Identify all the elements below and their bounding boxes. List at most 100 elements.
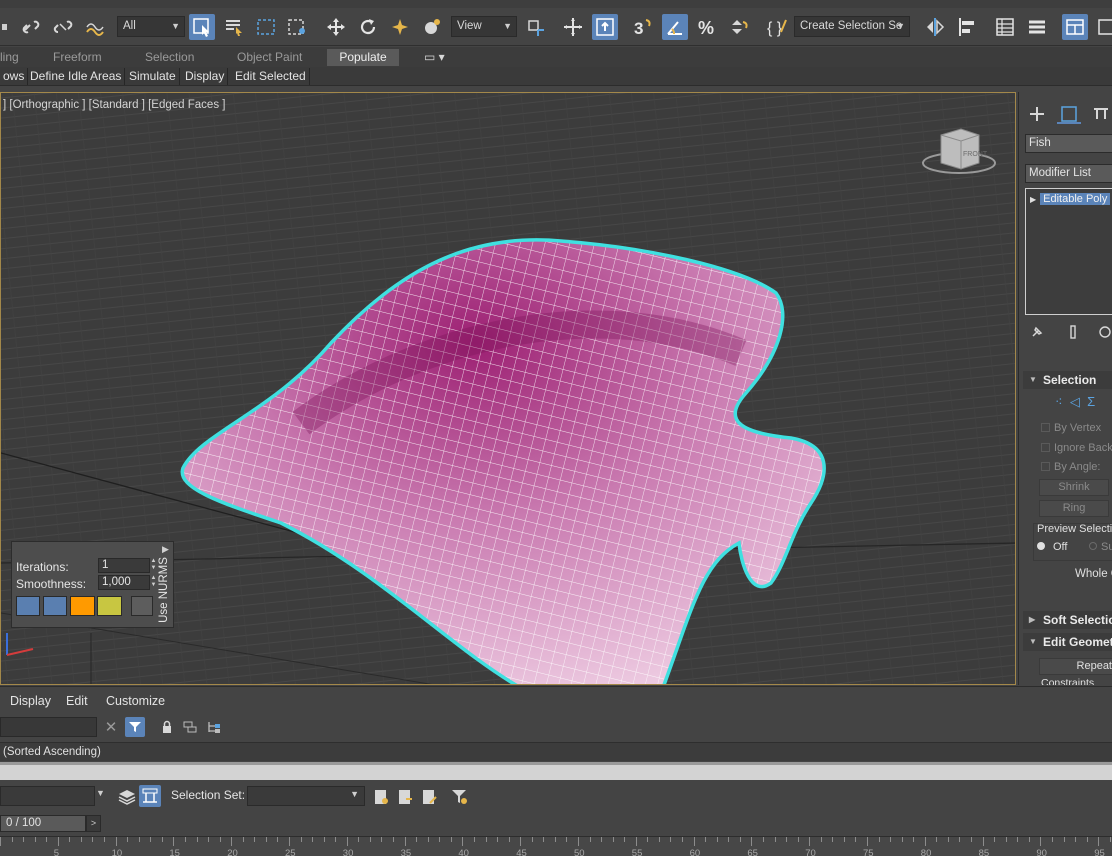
bind-space-warp-icon[interactable] bbox=[82, 14, 108, 40]
tab-object-paint[interactable]: Object Paint bbox=[237, 49, 302, 66]
edit-selection-set-icon[interactable] bbox=[420, 788, 438, 806]
shrink-button[interactable]: Shrink bbox=[1039, 479, 1109, 496]
filter-icon[interactable] bbox=[125, 717, 145, 737]
explorer-selector-dropdown[interactable] bbox=[0, 786, 95, 806]
checkbox-icon[interactable] bbox=[1041, 462, 1050, 471]
placement-icon[interactable] bbox=[419, 14, 445, 40]
clear-search-icon[interactable]: ✕ bbox=[101, 717, 121, 737]
perspective-viewport[interactable]: FRONT ] [Orthographic ] [Standard ] [Edg… bbox=[0, 92, 1016, 685]
spinner-snap-icon[interactable] bbox=[726, 14, 752, 40]
track-bar[interactable]: 5 10 15 20 25 30 35 40 45 50 55 60 65 70 75 80 85 90 95 bbox=[0, 836, 1112, 856]
preview-off-radio[interactable]: Off bbox=[1037, 541, 1067, 553]
cancel-icon[interactable] bbox=[131, 596, 153, 616]
expand-arrow-icon[interactable]: ▶ bbox=[1030, 195, 1036, 204]
remove-selection-set-icon[interactable] bbox=[396, 788, 414, 806]
simulate-button[interactable]: Simulate bbox=[126, 68, 180, 85]
selection-set-dropdown[interactable]: ▼ bbox=[247, 786, 365, 806]
flows-button[interactable]: ows bbox=[0, 68, 29, 85]
object-name-field[interactable]: Fish bbox=[1025, 134, 1112, 153]
chevron-down-icon[interactable]: ▼ bbox=[96, 788, 105, 798]
display-button[interactable]: Display bbox=[182, 68, 229, 85]
edit-geometry-rollout[interactable]: ▼ Edit Geometry bbox=[1023, 633, 1112, 651]
menu-customize[interactable]: Customize bbox=[106, 694, 165, 708]
smoothness-spinner[interactable]: 1,000 ▲ ▼ bbox=[98, 575, 156, 590]
pivot-center-icon[interactable] bbox=[522, 14, 548, 40]
toggle-ribbon-icon[interactable] bbox=[1062, 14, 1088, 40]
next-frame-icon[interactable]: > bbox=[86, 815, 101, 832]
tab-selection[interactable]: Selection bbox=[145, 49, 194, 66]
stack-item[interactable]: ▶ Editable Poly bbox=[1030, 192, 1111, 207]
tab-populate[interactable]: Populate bbox=[327, 49, 399, 66]
iterations-spinner[interactable]: 1 ▲ ▼ bbox=[98, 558, 156, 573]
vertex-mode-icon[interactable]: ⁖ bbox=[1055, 394, 1063, 409]
ok-apply-icon[interactable] bbox=[16, 596, 40, 616]
scene-explorer-toggle-icon[interactable] bbox=[992, 14, 1018, 40]
create-tab-icon[interactable] bbox=[1025, 104, 1049, 124]
rotate-icon[interactable] bbox=[355, 14, 381, 40]
keyboard-shortcut-override-icon[interactable] bbox=[592, 14, 618, 40]
subobject-icons[interactable]: ⁖ ◁ Σ bbox=[1055, 394, 1095, 410]
color-swatch-yellow[interactable] bbox=[97, 596, 122, 616]
by-angle-checkbox[interactable]: By Angle: bbox=[1041, 461, 1100, 473]
sync-selection-icon[interactable] bbox=[180, 717, 200, 737]
caddy-expand-icon[interactable]: ▶ bbox=[162, 544, 169, 555]
select-whole-element-checkbox[interactable]: Whole C bbox=[1075, 568, 1112, 580]
tab-modeling[interactable]: ling bbox=[0, 49, 19, 66]
lock-icon[interactable] bbox=[157, 717, 177, 737]
checkbox-icon[interactable] bbox=[1041, 443, 1050, 452]
border-mode-icon[interactable]: Σ bbox=[1087, 394, 1095, 409]
hierarchy-view-icon[interactable] bbox=[204, 717, 224, 737]
layer-explorer-icon[interactable] bbox=[1024, 14, 1050, 40]
window-crossing-icon[interactable] bbox=[284, 14, 310, 40]
repeat-last-button[interactable]: Repeat bbox=[1039, 658, 1112, 675]
hierarchy-mode-icon[interactable] bbox=[139, 785, 161, 807]
mirror-icon[interactable] bbox=[922, 14, 948, 40]
rect-selection-region-icon[interactable] bbox=[253, 14, 279, 40]
edge-mode-icon[interactable]: ◁ bbox=[1070, 394, 1080, 409]
pin-stack-icon[interactable] bbox=[1029, 324, 1045, 340]
scale-icon[interactable] bbox=[387, 14, 413, 40]
angle-snap-icon[interactable] bbox=[662, 14, 688, 40]
define-idle-areas-button[interactable]: Define Idle Areas bbox=[27, 68, 126, 85]
snaps-toggle-icon[interactable]: 3 bbox=[630, 14, 656, 40]
selection-filter-dropdown[interactable]: All ▼ bbox=[117, 16, 185, 37]
modifier-list-dropdown[interactable]: Modifier List bbox=[1025, 164, 1112, 183]
edit-named-selection-icon[interactable]: { } bbox=[764, 14, 790, 40]
tab-freeform[interactable]: Freeform bbox=[53, 49, 102, 66]
make-unique-icon[interactable] bbox=[1097, 324, 1112, 340]
selection-rollout[interactable]: ▼ Selection bbox=[1023, 371, 1112, 389]
apply-continue-icon[interactable] bbox=[43, 596, 67, 616]
ring-button[interactable]: Ring bbox=[1039, 500, 1109, 517]
select-by-name-icon[interactable] bbox=[221, 14, 247, 40]
layers-icon[interactable] bbox=[117, 787, 137, 807]
time-slider[interactable]: 0 / 100 bbox=[0, 815, 86, 832]
select-object-icon[interactable] bbox=[189, 14, 215, 40]
named-selection-set-dropdown[interactable]: Create Selection Se ▼ bbox=[794, 16, 910, 37]
explorer-search-input[interactable] bbox=[0, 717, 97, 737]
reference-coordinate-dropdown[interactable]: View ▼ bbox=[451, 16, 517, 37]
radio-selected-icon[interactable] bbox=[1037, 542, 1045, 550]
by-vertex-checkbox[interactable]: By Vertex bbox=[1041, 422, 1101, 434]
move-icon[interactable] bbox=[323, 14, 349, 40]
percent-snap-icon[interactable]: % bbox=[695, 14, 721, 40]
link-icon[interactable] bbox=[18, 14, 44, 40]
viewport-label[interactable]: ] [Orthographic ] [Standard ] [Edged Fac… bbox=[3, 99, 225, 111]
preview-subobject-radio[interactable]: Su bbox=[1089, 541, 1112, 553]
add-selection-set-icon[interactable] bbox=[372, 788, 390, 806]
filter-funnel-icon[interactable] bbox=[450, 788, 468, 806]
soft-selection-rollout[interactable]: ▶ Soft Selection bbox=[1023, 611, 1112, 629]
edit-selected-button[interactable]: Edit Selected bbox=[232, 68, 310, 85]
menu-edit[interactable]: Edit bbox=[66, 694, 88, 708]
align-icon[interactable] bbox=[954, 14, 980, 40]
sorted-column-header[interactable]: (Sorted Ascending) bbox=[0, 742, 1112, 761]
radio-icon[interactable] bbox=[1089, 542, 1097, 550]
ribbon-options-icon[interactable]: ▭ ▾ bbox=[424, 49, 448, 66]
checkbox-icon[interactable] bbox=[1041, 423, 1050, 432]
modify-tab-icon[interactable] bbox=[1057, 104, 1081, 124]
modifier-stack[interactable]: ▶ Editable Poly bbox=[1025, 188, 1112, 315]
unlink-selection-icon[interactable] bbox=[50, 14, 76, 40]
curve-editor-icon[interactable] bbox=[1094, 14, 1112, 40]
color-swatch-orange[interactable] bbox=[70, 596, 95, 616]
select-manipulate-icon[interactable] bbox=[560, 14, 586, 40]
hierarchy-tab-icon[interactable] bbox=[1089, 104, 1112, 124]
